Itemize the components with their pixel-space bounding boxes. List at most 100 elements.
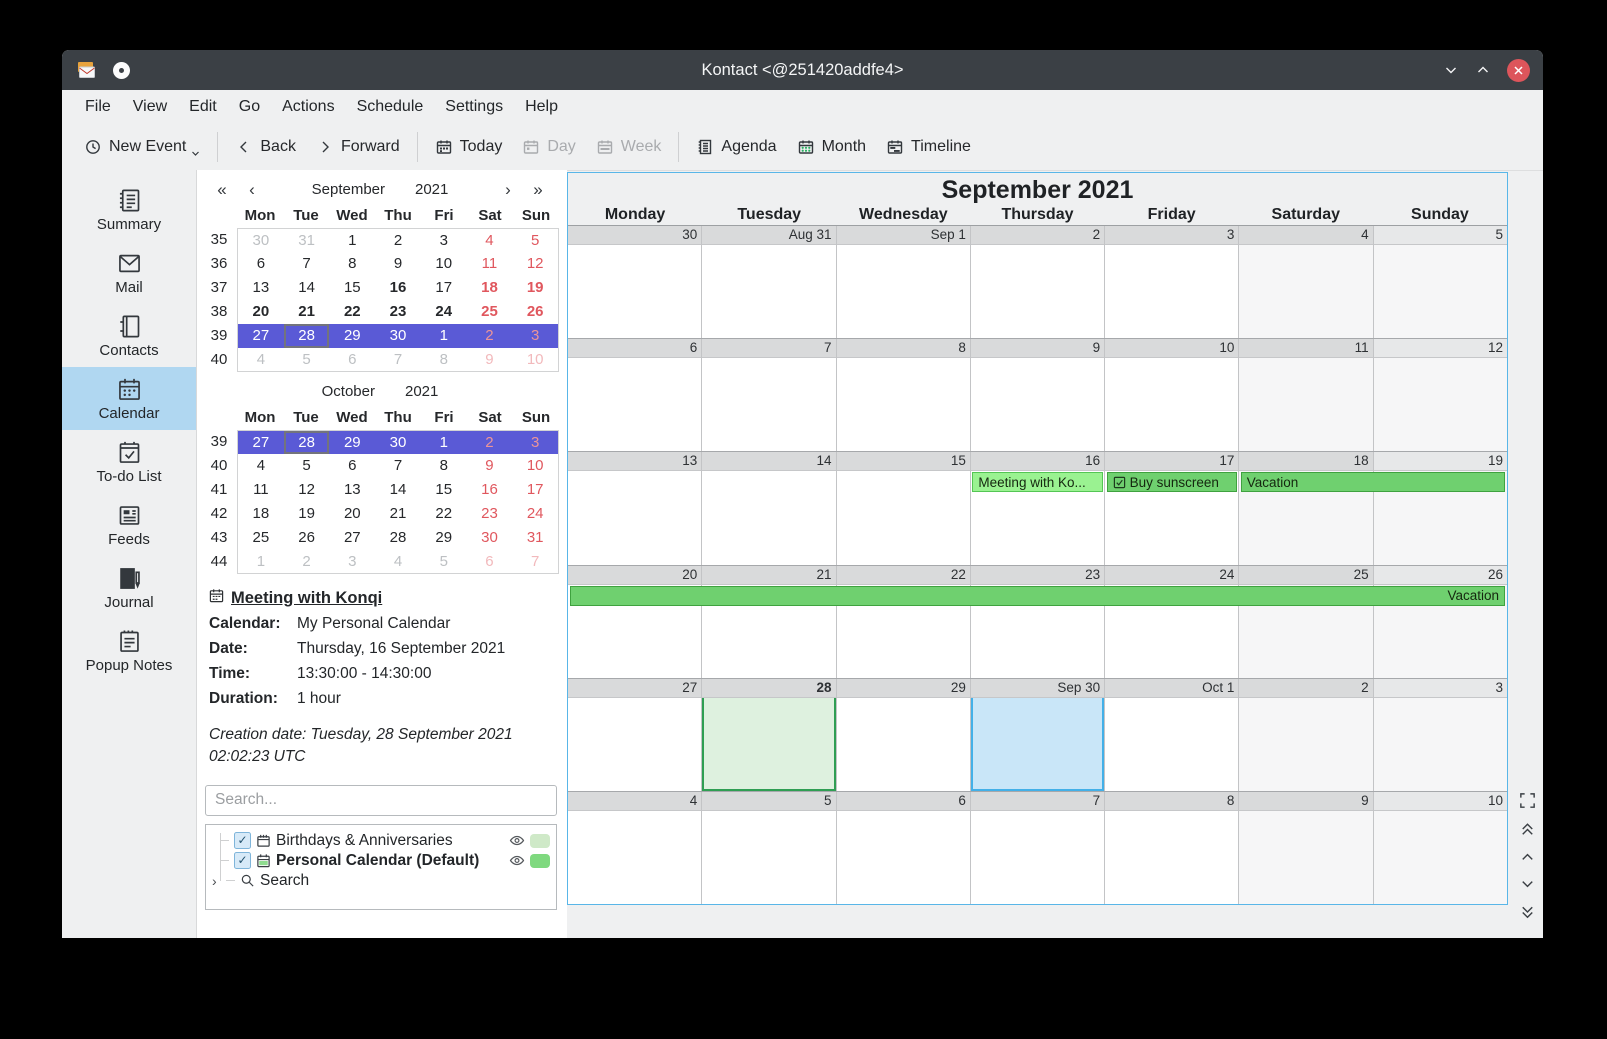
sidebar-item-mail[interactable]: Mail: [62, 241, 196, 304]
minical-day[interactable]: 2: [467, 431, 513, 454]
event-bar[interactable]: Vacation: [570, 586, 1505, 606]
minical-day[interactable]: 29: [329, 324, 375, 348]
month-day-cell[interactable]: 28: [701, 679, 835, 791]
minical-day[interactable]: 26: [284, 526, 330, 550]
week-number[interactable]: 43: [201, 526, 237, 550]
minical-day[interactable]: 5: [284, 348, 330, 371]
menu-edit[interactable]: Edit: [178, 98, 228, 116]
titlebar[interactable]: Kontact <@251420addfe4>: [62, 50, 1543, 90]
calendar-list-label[interactable]: Search: [260, 872, 309, 890]
month-day-cell[interactable]: 19: [1373, 452, 1507, 564]
minical-day[interactable]: 29: [421, 526, 467, 550]
month-day-cell[interactable]: 14: [701, 452, 835, 564]
minical-day[interactable]: 6: [329, 348, 375, 371]
minical-day[interactable]: 3: [329, 550, 375, 573]
sidebar-item-calendar[interactable]: Calendar: [62, 367, 196, 430]
minical-day[interactable]: 19: [512, 276, 558, 300]
minical-day[interactable]: 22: [329, 300, 375, 324]
event-bar[interactable]: Buy sunscreen: [1107, 472, 1237, 492]
agenda-button[interactable]: Agenda: [686, 130, 786, 164]
minical-day[interactable]: 5: [421, 550, 467, 573]
week-number[interactable]: 40: [201, 454, 237, 478]
minical-day[interactable]: 27: [238, 324, 284, 348]
minical-day[interactable]: 30: [375, 431, 421, 454]
minical-day[interactable]: 4: [238, 454, 284, 478]
minical-day[interactable]: 7: [284, 252, 330, 276]
minical-day[interactable]: 30: [238, 229, 284, 252]
minical-day[interactable]: 16: [375, 276, 421, 300]
month-day-cell[interactable]: 17: [1104, 452, 1238, 564]
month-day-cell[interactable]: 4: [568, 792, 701, 904]
minical-day[interactable]: 28: [284, 431, 330, 454]
minical-day[interactable]: 16: [467, 478, 513, 502]
month-day-cell[interactable]: 9: [970, 339, 1104, 451]
minical-day[interactable]: 24: [421, 300, 467, 324]
minical-day[interactable]: 5: [284, 454, 330, 478]
week-number[interactable]: 44: [201, 550, 237, 574]
today-button[interactable]: Today: [425, 130, 513, 164]
minical-day[interactable]: 1: [329, 229, 375, 252]
month-day-cell[interactable]: 5: [701, 792, 835, 904]
minical-day[interactable]: 12: [284, 478, 330, 502]
minical-day[interactable]: 2: [467, 324, 513, 348]
calendar-list-label[interactable]: Personal Calendar (Default): [276, 852, 479, 870]
menu-help[interactable]: Help: [514, 98, 569, 116]
minical-day[interactable]: 14: [284, 276, 330, 300]
minical-day[interactable]: 21: [375, 502, 421, 526]
month-day-cell[interactable]: 13: [568, 452, 701, 564]
minical-day[interactable]: 24: [512, 502, 558, 526]
event-bar[interactable]: Meeting with Ko...: [972, 472, 1102, 492]
minical-day[interactable]: 8: [421, 454, 467, 478]
menu-file[interactable]: File: [74, 98, 122, 116]
week-number[interactable]: 42: [201, 502, 237, 526]
minical-day[interactable]: 2: [375, 229, 421, 252]
prev-year-button[interactable]: «: [207, 180, 237, 200]
sidebar-item-popup-notes[interactable]: Popup Notes: [62, 619, 196, 682]
minical-day[interactable]: 30: [467, 526, 513, 550]
new-event-button[interactable]: New Event: [74, 130, 210, 164]
double-chevron-up-button[interactable]: [1517, 818, 1537, 838]
month-day-cell[interactable]: 23: [970, 566, 1104, 678]
sidebar-item-contacts[interactable]: Contacts: [62, 304, 196, 367]
minical-day[interactable]: 3: [512, 324, 558, 348]
menu-settings[interactable]: Settings: [434, 98, 514, 116]
sidebar-item-summary[interactable]: Summary: [62, 178, 196, 241]
week-number[interactable]: 39: [201, 430, 237, 454]
calendar-list-label[interactable]: Birthdays & Anniversaries: [276, 832, 453, 850]
search-input[interactable]: [205, 785, 557, 816]
menu-schedule[interactable]: Schedule: [346, 98, 435, 116]
minical-day[interactable]: 26: [512, 300, 558, 324]
minical-day[interactable]: 19: [284, 502, 330, 526]
chevron-down-button[interactable]: [1517, 874, 1537, 894]
minical-day[interactable]: 11: [238, 478, 284, 502]
week-number[interactable]: 39: [201, 324, 237, 348]
minical-day[interactable]: 11: [467, 252, 513, 276]
month-day-cell[interactable]: 27: [568, 679, 701, 791]
month-day-cell[interactable]: Sep 1: [836, 226, 970, 338]
menu-actions[interactable]: Actions: [271, 98, 345, 116]
minical-day[interactable]: 6: [238, 252, 284, 276]
calendar-list-item[interactable]: ✓ Personal Calendar (Default): [206, 851, 556, 871]
month-day-cell[interactable]: 6: [568, 339, 701, 451]
minical-day[interactable]: 7: [512, 550, 558, 573]
chevron-up-button[interactable]: [1517, 846, 1537, 866]
minical-day[interactable]: 15: [329, 276, 375, 300]
forward-button[interactable]: Forward: [306, 130, 410, 164]
minical-day[interactable]: 31: [512, 526, 558, 550]
minical-day[interactable]: 28: [375, 526, 421, 550]
minical-day[interactable]: 29: [329, 431, 375, 454]
minical-day[interactable]: 25: [238, 526, 284, 550]
minical-day[interactable]: 28: [284, 324, 330, 348]
next-year-button[interactable]: »: [523, 180, 553, 200]
minical-day[interactable]: 31: [284, 229, 330, 252]
minical-day[interactable]: 18: [467, 276, 513, 300]
minical-day[interactable]: 12: [512, 252, 558, 276]
month-day-cell[interactable]: Aug 31: [701, 226, 835, 338]
minical-day[interactable]: 5: [512, 229, 558, 252]
minical-day[interactable]: 1: [238, 550, 284, 573]
event-bar[interactable]: Vacation: [1241, 472, 1505, 492]
month-day-cell[interactable]: 16: [970, 452, 1104, 564]
calendar-checkbox[interactable]: ✓: [234, 852, 251, 869]
week-number[interactable]: 37: [201, 276, 237, 300]
day-button[interactable]: Day: [512, 130, 585, 164]
